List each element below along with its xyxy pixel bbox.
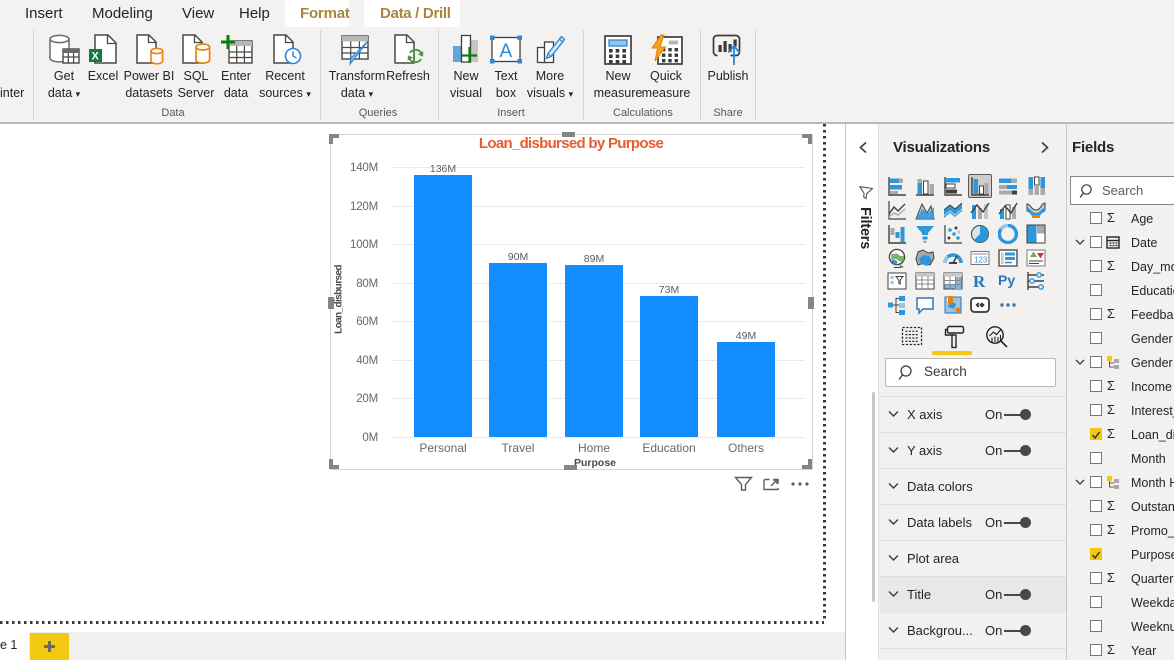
svg-text:A: A	[500, 41, 513, 62]
svg-text:123: 123	[974, 256, 988, 265]
svg-text:Py: Py	[998, 272, 1015, 288]
svg-text:R: R	[973, 272, 986, 291]
svg-text:X: X	[92, 51, 100, 63]
